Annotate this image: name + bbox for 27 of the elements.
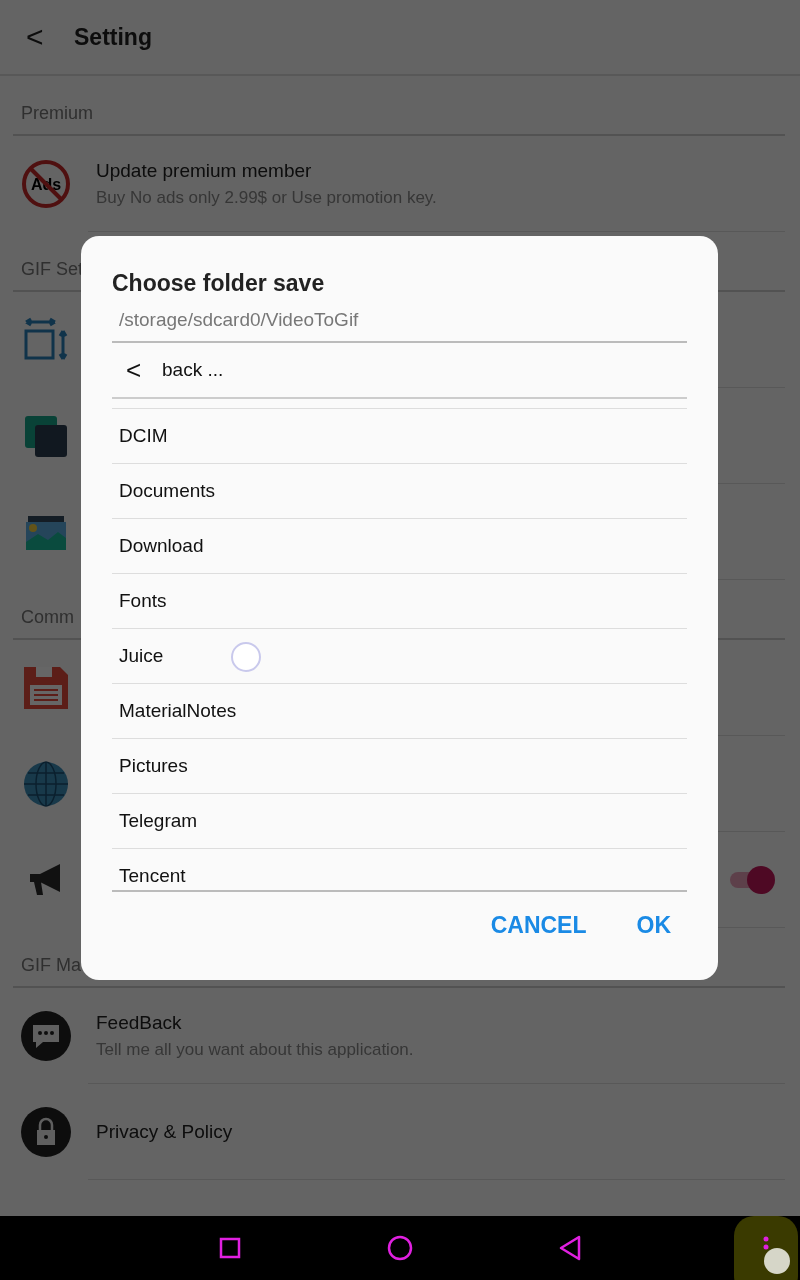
folder-item[interactable]: Tencent [112, 849, 687, 890]
folder-item[interactable]: Download [112, 519, 687, 574]
image-icon [24, 514, 68, 550]
home-icon[interactable] [387, 1235, 413, 1261]
layers-icon [23, 414, 69, 458]
folder-item[interactable]: Documents [112, 464, 687, 519]
folder-path: /storage/sdcard0/VideoToGif [112, 309, 687, 343]
folder-item[interactable]: Telegram [112, 794, 687, 849]
folder-item[interactable]: MaterialNotes [112, 684, 687, 739]
setting-title: Update premium member [96, 160, 313, 182]
lock-icon [21, 1107, 71, 1157]
folder-item[interactable]: Pictures [112, 739, 687, 794]
page-title: Setting [74, 23, 152, 51]
resize-icon [23, 317, 69, 363]
dialog-title: Choose folder save [112, 270, 326, 297]
back-item[interactable]: < back ... [112, 343, 687, 399]
floating-assist-icon[interactable] [734, 1216, 798, 1280]
folder-item[interactable]: Fonts [112, 574, 687, 629]
chat-bubble-icon [21, 1011, 71, 1061]
setting-title: FeedBack [96, 1012, 183, 1034]
setting-title: Privacy & Policy [96, 1121, 234, 1143]
globe-icon [23, 761, 69, 807]
recents-icon[interactable] [219, 1237, 241, 1259]
touch-indicator-icon [230, 641, 262, 673]
toggle-switch[interactable] [728, 865, 776, 895]
back-nav-icon[interactable] [558, 1235, 582, 1261]
folder-item[interactable]: DCIM [112, 409, 687, 464]
